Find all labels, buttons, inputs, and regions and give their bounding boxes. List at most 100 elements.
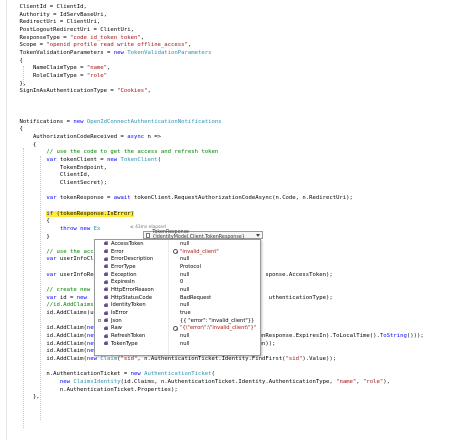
code-token: "name": [336, 378, 357, 385]
datatip-row-tokentype[interactable]: TokenType null: [95, 340, 260, 348]
datatip-row-iserror[interactable]: IsError true: [95, 309, 260, 317]
property-value[interactable]: null: [180, 341, 189, 347]
code-token: (id.Claims, n.AuthenticationTicket.Ident…: [120, 378, 337, 385]
code-token: "openid profile read write offline_acces…: [46, 42, 188, 49]
code-token: n.AuthenticationTicket.Properties);: [6, 386, 178, 393]
code-line[interactable]: Notifications = new OpenIdConnectAuthent…: [6, 118, 221, 126]
datatip-header[interactable]: TokenResponse {IdentityModel.Client.Toke…: [143, 230, 263, 240]
property-value[interactable]: null: [180, 256, 189, 262]
datatip-row-refreshtoken[interactable]: RefreshToken null: [95, 332, 260, 340]
code-token: new: [76, 294, 87, 301]
property-icon: [104, 325, 109, 331]
code-token: ClientSecret);: [6, 179, 108, 186]
code-line[interactable]: id.AddClaims(use: [6, 309, 100, 317]
property-value[interactable]: "{\"error\":\"invalid_client\"}": [180, 325, 256, 331]
code-token: userInfoRe: [56, 271, 94, 278]
code-token: id.AddClaim(: [6, 325, 87, 332]
datatip-row-httpstatuscode[interactable]: HttpStatusCode BadRequest: [95, 294, 260, 302]
property-name: HttpStatusCode: [111, 294, 153, 301]
datatip-popup[interactable]: AccessToken null Error "invalid_client" Erro…: [94, 239, 261, 356]
code-token: "sid": [285, 355, 303, 362]
code-token: "code id_token token": [70, 34, 141, 41]
indent-guide: [23, 148, 24, 428]
property-name: ExpiresIn: [111, 279, 135, 286]
property-name: AccessToken: [111, 240, 144, 247]
code-token: RedirectUri = ClientUri,: [6, 19, 101, 26]
property-value[interactable]: Protocol: [180, 264, 201, 270]
datatip-row-httperrorreason[interactable]: HttpErrorReason null: [95, 286, 260, 294]
code-token: new: [86, 355, 97, 362]
datatip-row-expiresin[interactable]: ExpiresIn 0: [95, 278, 260, 286]
datatip-row-identitytoken[interactable]: IdentityToken null: [95, 302, 260, 310]
property-icon: [104, 279, 109, 285]
property-name: Exception: [111, 271, 137, 278]
code-token: ClientId = ClientId,: [6, 4, 87, 10]
property-icon: [104, 302, 109, 308]
code-editor[interactable]: ClientId = ClientId, Authority = IdServB…: [0, 0, 474, 440]
datatip-row-raw[interactable]: Raw "{\"error\":\"invalid_client\"}": [95, 325, 260, 333]
code-line[interactable]: var userInfoCli: [6, 255, 97, 263]
property-value[interactable]: 0: [180, 279, 183, 285]
datatip-row-exception[interactable]: Exception null: [95, 271, 260, 279]
code-token: (: [157, 157, 161, 163]
property-value[interactable]: true: [180, 310, 191, 316]
property-value[interactable]: null: [180, 272, 189, 278]
pin-icon[interactable]: [146, 232, 151, 238]
code-line[interactable]: TokenValidationParameters = new TokenVal…: [6, 49, 211, 57]
property-value[interactable]: null: [180, 333, 189, 339]
property-value[interactable]: null: [180, 287, 189, 293]
property-icon: [104, 249, 109, 254]
datatip-row-error[interactable]: Error "invalid_client": [95, 248, 260, 256]
code-token: ,: [140, 34, 145, 41]
code-line[interactable]: ClientSecret);: [6, 179, 107, 187]
property-icon: [104, 272, 109, 277]
code-token: await: [113, 195, 131, 202]
expand-icon[interactable]: [98, 318, 101, 322]
code-token: // use the code to get the access and re…: [46, 149, 219, 156]
code-token: tokenClient.RequestAuthorizationCodeAsyn…: [130, 195, 353, 202]
property-name: HttpErrorReason: [111, 286, 154, 293]
code-line[interactable]: SignInAsAuthenticationType = "Cookies",: [6, 87, 151, 95]
datatip-row-json[interactable]: Json {{ "error": "invalid_client"}}: [95, 317, 260, 325]
code-token: ,: [187, 42, 192, 49]
property-value[interactable]: "invalid_client": [180, 249, 219, 255]
code-token: ,: [147, 88, 151, 95]
property-icon: [104, 241, 109, 246]
code-token: {: [6, 126, 23, 133]
datatip-row-accesstoken[interactable]: AccessToken null: [95, 240, 260, 248]
property-name: Error: [111, 248, 124, 255]
chevron-down-icon[interactable]: [256, 233, 260, 237]
code-token: Notifications =: [6, 118, 74, 125]
property-icon: [104, 341, 109, 346]
property-name: IsError: [111, 310, 128, 317]
indent-guide: [23, 66, 24, 86]
code-token: userInfoCli: [56, 256, 97, 263]
code-line[interactable]: }: [6, 233, 49, 241]
code-token: var: [46, 294, 57, 301]
datatip-row-errordescription[interactable]: ErrorDescription null: [95, 255, 260, 263]
property-value[interactable]: {{ "error": "invalid_client"}}: [180, 318, 254, 324]
code-token: ,: [107, 65, 111, 72]
code-token: "role": [363, 378, 384, 385]
code-token: id.AddClaim(: [6, 355, 87, 362]
code-token: AuthenticationTicket: [144, 371, 212, 378]
code-token: ClaimsIdentity: [73, 378, 121, 385]
property-icon: [104, 333, 109, 339]
property-value[interactable]: null: [180, 241, 189, 247]
code-token: n.AuthenticationTicket =: [6, 371, 131, 378]
code-line[interactable]: var tokenResponse = await tokenClient.Re…: [6, 194, 353, 202]
property-name: ErrorDescription: [111, 256, 154, 263]
code-token: Authority = IdServBaseUri,: [6, 11, 108, 18]
code-token: PostLogoutRedirectUri = ClientUri,: [6, 26, 134, 33]
property-value[interactable]: BadRequest: [180, 295, 211, 301]
code-token: ).Value));: [302, 355, 337, 362]
code-token: TokenEndpoint,: [6, 164, 108, 171]
code-line[interactable]: id.AddClaim(new Claim("sid", n.Authentic…: [6, 355, 336, 363]
magnifier-icon[interactable]: [173, 325, 180, 331]
property-value[interactable]: null: [180, 302, 189, 308]
property-name: TokenType: [111, 340, 138, 347]
property-name: ErrorType: [111, 263, 136, 270]
magnifier-icon[interactable]: [173, 249, 180, 255]
code-token: AuthorizationCodeReceived =: [6, 134, 128, 141]
datatip-row-errortype[interactable]: ErrorType Protocol: [95, 263, 260, 271]
